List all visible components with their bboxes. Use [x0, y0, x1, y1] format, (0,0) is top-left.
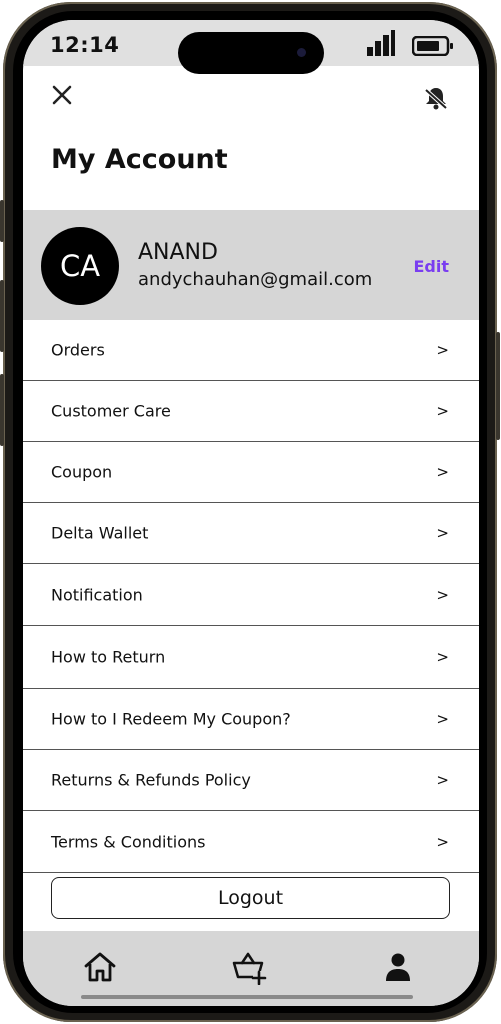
close-icon[interactable] — [51, 84, 73, 106]
menu-item-customer-care[interactable]: Customer Care > — [23, 381, 479, 442]
profile-name: ANAND — [138, 240, 218, 265]
signal-icon — [367, 30, 395, 56]
battery-icon — [412, 36, 453, 56]
menu-item-label: Coupon — [51, 462, 113, 482]
chevron-right-icon: > — [436, 524, 449, 542]
chevron-right-icon: > — [436, 710, 449, 728]
menu-item-label: Terms & Conditions — [51, 832, 206, 851]
volume-down-button — [0, 374, 4, 446]
chevron-right-icon: > — [436, 585, 449, 604]
menu-item-how-to-return[interactable]: How to Return > — [23, 626, 479, 689]
menu-item-coupon[interactable]: Coupon > — [23, 442, 479, 503]
menu-item-label: Customer Care — [51, 401, 171, 421]
menu-item-label: Delta Wallet — [51, 523, 149, 543]
edit-profile-button[interactable]: Edit — [413, 257, 449, 276]
chevron-right-icon: > — [436, 771, 449, 789]
action-button — [0, 200, 4, 242]
dynamic-island — [178, 32, 324, 74]
account-menu: Orders > Customer Care > Coupon > Delta Wal… — [23, 320, 479, 873]
volume-up-button — [0, 280, 4, 352]
profile-email: andychauhan@gmail.com — [138, 269, 373, 290]
menu-item-redeem-coupon[interactable]: How to I Redeem My Coupon? > — [23, 689, 479, 750]
basket-add-icon[interactable] — [231, 949, 267, 985]
avatar-initials: CA — [59, 249, 101, 283]
page-title: My Account — [51, 144, 228, 175]
home-icon[interactable] — [82, 949, 118, 985]
chevron-right-icon: > — [436, 341, 449, 359]
chevron-right-icon: > — [436, 463, 449, 481]
camera-dot — [297, 48, 306, 57]
menu-item-notification[interactable]: Notification > — [23, 564, 479, 626]
chevron-right-icon: > — [436, 402, 449, 420]
logout-button[interactable]: Logout — [51, 877, 450, 919]
avatar: CA — [41, 227, 119, 305]
status-time: 12:14 — [50, 33, 120, 57]
menu-item-label: How to Return — [51, 647, 166, 667]
menu-item-terms-conditions[interactable]: Terms & Conditions > — [23, 811, 479, 873]
menu-item-label: Returns & Refunds Policy — [51, 770, 251, 790]
user-icon[interactable] — [380, 949, 416, 985]
menu-item-label: Notification — [51, 585, 143, 604]
menu-item-label: Orders — [51, 340, 105, 360]
status-bar: 12:14 — [23, 20, 479, 74]
chevron-right-icon: > — [436, 648, 449, 666]
power-button — [496, 332, 500, 440]
menu-item-delta-wallet[interactable]: Delta Wallet > — [23, 503, 479, 564]
bell-muted-icon[interactable] — [422, 84, 450, 112]
bottom-nav — [23, 931, 479, 1006]
chevron-right-icon: > — [436, 832, 449, 851]
home-indicator — [81, 995, 413, 999]
profile-card: CA ANAND andychauhan@gmail.com Edit — [23, 210, 479, 320]
menu-item-orders[interactable]: Orders > — [23, 320, 479, 381]
menu-item-label: How to I Redeem My Coupon? — [51, 709, 291, 729]
menu-item-returns-refunds-policy[interactable]: Returns & Refunds Policy > — [23, 750, 479, 811]
app-screen: 12:14 My Account CA ANAND andychauhan@gm… — [23, 20, 479, 1006]
